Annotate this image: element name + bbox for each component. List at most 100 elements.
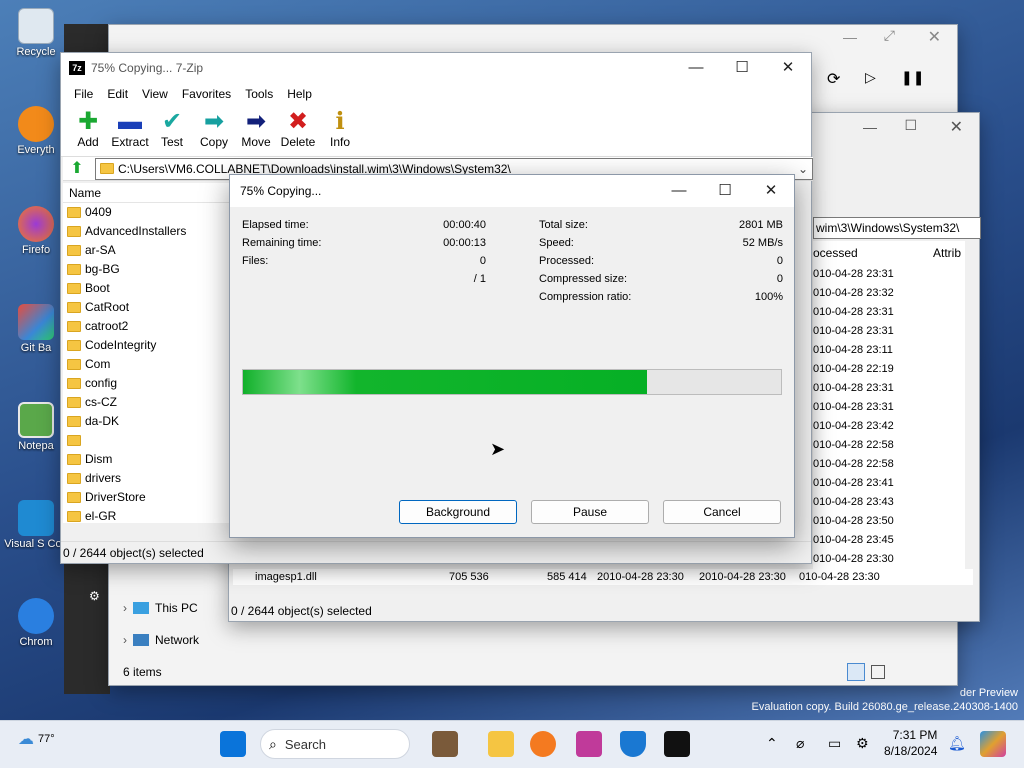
col-processed-header[interactable]: ocessed bbox=[813, 243, 858, 263]
folder-row[interactable]: cs-CZ bbox=[63, 393, 231, 412]
dialog-maximize-button[interactable]: ☐ bbox=[702, 176, 748, 206]
sevenzip-titlebar[interactable]: 7z 75% Copying... 7-Zip — ☐ ✕ bbox=[61, 53, 811, 83]
menu-favorites[interactable]: Favorites bbox=[175, 83, 238, 105]
folder-row[interactable] bbox=[63, 431, 231, 450]
display-icon[interactable]: ▭ bbox=[828, 735, 841, 752]
total-size-label: Total size: bbox=[539, 219, 588, 231]
sevenzip-taskbar-icon[interactable] bbox=[664, 731, 690, 757]
refresh-icon[interactable]: ⟳ bbox=[827, 69, 840, 89]
date-cell: 010-04-28 23:42 bbox=[813, 420, 894, 432]
dialog-titlebar[interactable]: 75% Copying... — ☐ ✕ bbox=[230, 175, 794, 207]
folder-row[interactable]: CatRoot bbox=[63, 298, 231, 317]
date-cell: 010-04-28 23:32 bbox=[813, 287, 894, 299]
menu-file[interactable]: File bbox=[67, 83, 100, 105]
close-button[interactable]: ✕ bbox=[765, 53, 811, 83]
nav-item-this-pc[interactable]: › This PC bbox=[123, 601, 198, 615]
play-icon[interactable]: ▷ bbox=[865, 69, 876, 86]
add-button[interactable]: ✚ Add bbox=[67, 105, 109, 156]
chevron-down-icon[interactable]: ⌄ bbox=[798, 159, 808, 179]
back-path-box[interactable]: wim\3\Windows\System32\ bbox=[813, 217, 981, 239]
chevron-up-icon[interactable]: ⌃ bbox=[766, 735, 778, 752]
file-mod2: 2010-04-28 23:30 bbox=[699, 571, 786, 583]
clock-time: 7:31 PM bbox=[892, 728, 938, 742]
folder-row[interactable]: drivers bbox=[63, 469, 231, 488]
folder-row[interactable]: el-GR bbox=[63, 507, 231, 523]
desktop-icon-notepad[interactable]: Notepa bbox=[4, 402, 68, 452]
details-view-icon[interactable] bbox=[847, 663, 865, 681]
desktop-icon-firefox[interactable]: Firefo bbox=[4, 206, 68, 256]
copy-button[interactable]: ➡ Copy bbox=[193, 105, 235, 156]
pause-button[interactable]: Pause bbox=[531, 500, 649, 524]
background-button[interactable]: Background bbox=[399, 500, 517, 524]
desktop-icon-label: Everyth bbox=[17, 144, 55, 156]
start-button[interactable] bbox=[220, 731, 246, 757]
folder-row[interactable]: ar-SA bbox=[63, 241, 231, 260]
dialog-minimize-button[interactable]: — bbox=[656, 176, 702, 206]
folder-row[interactable]: CodeIntegrity bbox=[63, 336, 231, 355]
extract-button[interactable]: ▬ Extract bbox=[109, 105, 151, 156]
column-name-header[interactable]: Name bbox=[63, 183, 231, 203]
monitor-icon bbox=[133, 602, 149, 614]
add-icon: ✚ bbox=[77, 108, 99, 135]
nav-item-network[interactable]: › Network bbox=[123, 633, 199, 647]
folder-row[interactable]: Dism bbox=[63, 450, 231, 469]
folder-row[interactable]: catroot2 bbox=[63, 317, 231, 336]
desktop-icon-chrome[interactable]: Chrom bbox=[4, 598, 68, 648]
back-close-button[interactable]: ✕ bbox=[950, 117, 963, 137]
weather-widget[interactable]: ☁ 77° bbox=[18, 729, 55, 749]
menu-view[interactable]: View bbox=[135, 83, 175, 105]
menu-help[interactable]: Help bbox=[280, 83, 319, 105]
folder-icon bbox=[67, 454, 81, 465]
desktop-icon-recycle[interactable]: Recycle bbox=[4, 8, 68, 58]
explorer-minimize-button[interactable]: — bbox=[843, 29, 857, 45]
info-button[interactable]: ℹ Info bbox=[319, 105, 361, 156]
folder-row[interactable]: bg-BG bbox=[63, 260, 231, 279]
firefox-taskbar-icon[interactable] bbox=[530, 731, 556, 757]
up-folder-icon[interactable]: ⬆ bbox=[67, 159, 87, 179]
maximize-button[interactable]: ☐ bbox=[719, 53, 765, 83]
back-minimize-button[interactable]: — bbox=[863, 119, 877, 135]
cancel-button[interactable]: Cancel bbox=[663, 500, 781, 524]
tiles-view-icon[interactable] bbox=[871, 665, 885, 679]
explorer-maximize-button[interactable]: ⤢ bbox=[884, 27, 895, 44]
folder-row[interactable]: da-DK bbox=[63, 412, 231, 431]
folder-row[interactable]: AdvancedInstallers bbox=[63, 222, 231, 241]
settings-icon[interactable]: ⚙ bbox=[856, 735, 869, 752]
date-cell: 010-04-28 23:31 bbox=[813, 325, 894, 337]
menu-tools[interactable]: Tools bbox=[238, 83, 280, 105]
explorer-close-button[interactable]: ✕ bbox=[928, 27, 941, 47]
menu-edit[interactable]: Edit bbox=[100, 83, 135, 105]
defender-shield-icon[interactable] bbox=[620, 731, 646, 757]
folder-row[interactable]: 0409 bbox=[63, 203, 231, 222]
folder-row[interactable]: Boot bbox=[63, 279, 231, 298]
folder-icon bbox=[67, 207, 81, 218]
git-bash-icon bbox=[18, 304, 54, 340]
test-button[interactable]: ✔ Test bbox=[151, 105, 193, 156]
chevron-right-icon: › bbox=[123, 601, 127, 615]
tool-label: Extract bbox=[111, 135, 149, 149]
elapsed-label: Elapsed time: bbox=[242, 219, 309, 231]
desktop-icon-vscode[interactable]: Visual S Cod bbox=[4, 500, 68, 550]
copilot-icon[interactable] bbox=[980, 731, 1006, 757]
clock[interactable]: 7:31 PM 8/18/2024 bbox=[884, 727, 937, 759]
move-button[interactable]: ➡ Move bbox=[235, 105, 277, 156]
desktop-icon-everything[interactable]: Everyth bbox=[4, 106, 68, 156]
network-icon bbox=[133, 634, 149, 646]
dialog-close-button[interactable]: ✕ bbox=[748, 176, 794, 206]
file-explorer-icon[interactable] bbox=[488, 731, 514, 757]
folder-row[interactable]: Com bbox=[63, 355, 231, 374]
back-maximize-button[interactable]: ☐ bbox=[904, 117, 917, 134]
network-off-icon[interactable]: ⌀ bbox=[796, 735, 804, 752]
bell-icon[interactable]: 🔔︎ bbox=[948, 735, 966, 752]
notepad-taskbar-icon[interactable] bbox=[576, 731, 602, 757]
settings-gear-icon[interactable]: ⚙ bbox=[89, 589, 105, 605]
delete-button[interactable]: ✖ Delete bbox=[277, 105, 319, 156]
minimize-button[interactable]: — bbox=[673, 53, 719, 83]
search-box[interactable]: ⌕ Search bbox=[260, 729, 410, 759]
desktop-icon-gitbash[interactable]: Git Ba bbox=[4, 304, 68, 354]
pirate-ship-icon[interactable] bbox=[432, 731, 458, 757]
folder-row[interactable]: DriverStore bbox=[63, 488, 231, 507]
folder-row[interactable]: config bbox=[63, 374, 231, 393]
pause-icon[interactable]: ❚❚ bbox=[901, 69, 924, 86]
col-attrib-header[interactable]: Attrib bbox=[933, 243, 961, 263]
